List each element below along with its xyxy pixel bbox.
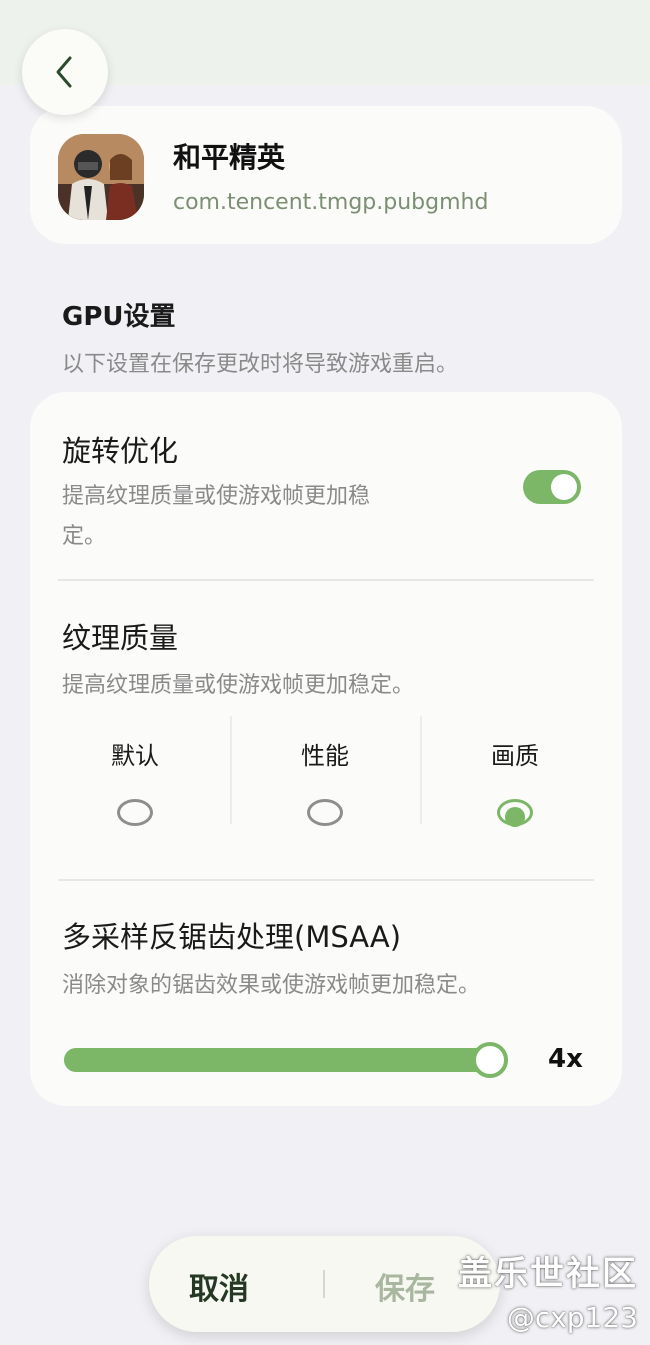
app-package-name: com.tencent.tmgp.pubgmhd (173, 190, 489, 215)
option-label: 性能 (301, 742, 349, 770)
gpu-settings-subtitle: 以下设置在保存更改时将导致游戏重启。 (62, 352, 459, 377)
watermark-user: @cxp123 (506, 1301, 638, 1334)
msaa-description: 消除对象的锯齿效果或使游戏帧更加稳定。 (62, 973, 481, 998)
slider-thumb[interactable] (472, 1042, 508, 1078)
divider (58, 879, 594, 881)
divider (323, 1270, 325, 1298)
toggle-knob (551, 474, 577, 500)
back-button[interactable] (22, 29, 108, 115)
msaa-value-label: 4x (548, 1044, 583, 1074)
msaa-title: 多采样反锯齿处理(MSAA) (62, 920, 402, 954)
chevron-left-icon (56, 56, 72, 88)
texture-option-quality[interactable]: 画质 (420, 716, 610, 827)
cancel-button[interactable]: 取消 (189, 1264, 249, 1308)
msaa-slider[interactable] (64, 1042, 508, 1078)
bottom-action-bar: 取消 保存 (149, 1236, 500, 1332)
game-app-icon (58, 134, 144, 220)
slider-fill (64, 1048, 490, 1072)
app-info-card: 和平精英 com.tencent.tmgp.pubgmhd (30, 106, 622, 244)
texture-quality-title: 纹理质量 (62, 621, 179, 655)
texture-option-performance[interactable]: 性能 (230, 716, 420, 826)
rotation-optimization-title: 旋转优化 (62, 434, 179, 468)
gpu-settings-card: 旋转优化 提高纹理质量或使游戏帧更加稳 定。 纹理质量 提高纹理质量或使游戏帧更… (30, 392, 622, 1106)
radio-default[interactable] (117, 799, 153, 826)
option-label: 默认 (111, 742, 159, 770)
radio-performance[interactable] (307, 799, 343, 826)
rotation-desc-line-2: 定。 (62, 524, 107, 549)
divider (58, 579, 594, 581)
rotation-optimization-description: 提高纹理质量或使游戏帧更加稳 定。 (62, 477, 370, 557)
texture-quality-description: 提高纹理质量或使游戏帧更加稳定。 (62, 673, 415, 698)
gpu-settings-title: GPU设置 (62, 302, 176, 332)
texture-option-default[interactable]: 默认 (40, 716, 230, 826)
radio-quality[interactable] (497, 799, 533, 827)
save-button[interactable]: 保存 (375, 1264, 435, 1308)
watermark: 盖乐世社区 @cxp123 (458, 1246, 638, 1334)
rotation-desc-line-1: 提高纹理质量或使游戏帧更加稳 (62, 484, 371, 509)
option-label: 画质 (491, 742, 539, 770)
watermark-site: 盖乐世社区 (458, 1254, 638, 1294)
texture-quality-options: 默认 性能 画质 (40, 716, 610, 827)
app-name: 和平精英 (173, 141, 286, 174)
rotation-optimization-toggle[interactable] (523, 470, 581, 504)
